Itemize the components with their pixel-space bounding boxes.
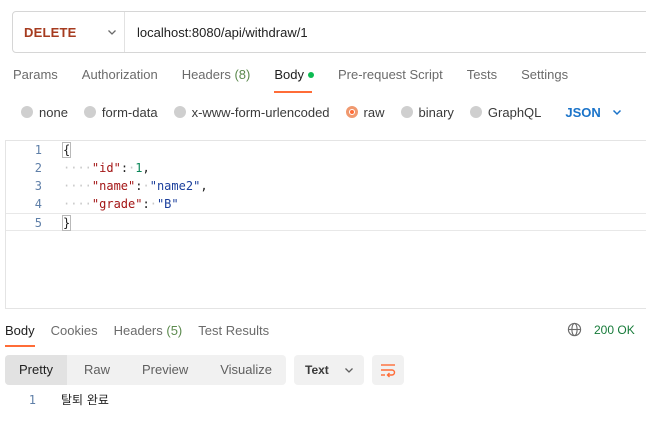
url-input[interactable]: localhost:8080/api/withdraw/1 bbox=[137, 25, 308, 40]
response-tab-body[interactable]: Body bbox=[5, 323, 35, 338]
radio-circle-icon bbox=[173, 106, 186, 118]
request-tabs: Params Authorization Headers (8) Body Pr… bbox=[13, 67, 592, 87]
tab-params[interactable]: Params bbox=[13, 67, 58, 87]
json-key: "name" bbox=[91, 179, 136, 193]
request-url-bar: DELETE localhost:8080/api/withdraw/1 bbox=[12, 11, 646, 53]
tab-authorization[interactable]: Authorization bbox=[82, 67, 158, 87]
editor-line: 1 { bbox=[34, 142, 72, 158]
radio-circle-icon bbox=[469, 106, 482, 118]
radio-form-data[interactable]: form-data bbox=[83, 105, 158, 120]
chevron-down-icon bbox=[108, 30, 117, 35]
response-view-switcher: Pretty Raw Preview Visualize bbox=[5, 355, 286, 385]
radio-checked-icon bbox=[345, 106, 358, 118]
response-tab-headers[interactable]: Headers (5) bbox=[114, 323, 183, 338]
response-active-tab-underline bbox=[5, 345, 35, 347]
view-visualize[interactable]: Visualize bbox=[220, 355, 272, 385]
tab-body[interactable]: Body bbox=[274, 67, 314, 87]
radio-circle-icon bbox=[21, 106, 33, 118]
view-raw[interactable]: Raw bbox=[84, 355, 110, 385]
tab-headers[interactable]: Headers (8) bbox=[182, 67, 251, 87]
method-select[interactable]: DELETE bbox=[13, 12, 125, 52]
chevron-down-icon bbox=[344, 368, 353, 373]
response-body-text: 탈퇴 완료 bbox=[61, 393, 109, 407]
request-body-editor[interactable]: 1 { 2 ····"id":·1, 3 ····"name":·"name2"… bbox=[5, 140, 646, 309]
headers-count: (8) bbox=[234, 67, 251, 82]
body-indicator-dot-icon bbox=[307, 71, 314, 78]
tab-settings[interactable]: Settings bbox=[521, 67, 568, 87]
json-key: "grade" bbox=[91, 197, 143, 211]
json-value: 1 bbox=[135, 161, 143, 175]
response-headers-count: (5) bbox=[166, 323, 183, 338]
response-tab-cookies[interactable]: Cookies bbox=[51, 323, 98, 338]
globe-icon[interactable] bbox=[567, 322, 582, 337]
editor-line-current: 5 } bbox=[6, 213, 646, 231]
editor-line: 2 ····"id":·1, bbox=[34, 161, 150, 175]
radio-raw[interactable]: raw bbox=[345, 105, 385, 120]
method-label: DELETE bbox=[24, 24, 77, 40]
wrap-lines-icon bbox=[381, 364, 396, 378]
active-tab-underline bbox=[274, 91, 312, 93]
editor-line: 4 ····"grade":·"B" bbox=[34, 197, 179, 211]
radio-graphql[interactable]: GraphQL bbox=[469, 105, 541, 120]
tab-pre-request-script[interactable]: Pre-request Script bbox=[338, 67, 443, 87]
response-body-line: 1 탈퇴 완료 bbox=[28, 393, 109, 407]
chevron-down-icon bbox=[612, 109, 621, 116]
editor-line: 3 ····"name":·"name2", bbox=[34, 179, 208, 193]
tab-tests[interactable]: Tests bbox=[467, 67, 497, 87]
json-key: "id" bbox=[91, 161, 121, 175]
response-status: 200 OK bbox=[567, 322, 635, 337]
response-format-select[interactable]: Text bbox=[294, 355, 364, 385]
json-value: "B" bbox=[156, 197, 179, 211]
response-tabs: Body Cookies Headers (5) Test Results bbox=[5, 323, 285, 338]
status-code[interactable]: 200 OK bbox=[594, 323, 635, 337]
radio-binary[interactable]: binary bbox=[400, 105, 454, 120]
body-type-radios: none form-data x-www-form-urlencoded raw… bbox=[21, 103, 623, 121]
radio-circle-icon bbox=[400, 106, 413, 118]
raw-format-select[interactable]: JSON bbox=[565, 105, 622, 120]
wrap-lines-button[interactable] bbox=[372, 355, 404, 385]
response-tab-test-results[interactable]: Test Results bbox=[198, 323, 269, 338]
close-brace: } bbox=[61, 215, 72, 231]
json-value: "name2" bbox=[149, 179, 201, 193]
view-pretty[interactable]: Pretty bbox=[5, 355, 67, 385]
radio-circle-icon bbox=[83, 106, 96, 118]
radio-x-www-form-urlencoded[interactable]: x-www-form-urlencoded bbox=[173, 105, 330, 120]
view-preview[interactable]: Preview bbox=[142, 355, 188, 385]
open-brace: { bbox=[61, 142, 72, 158]
radio-none[interactable]: none bbox=[21, 105, 68, 120]
